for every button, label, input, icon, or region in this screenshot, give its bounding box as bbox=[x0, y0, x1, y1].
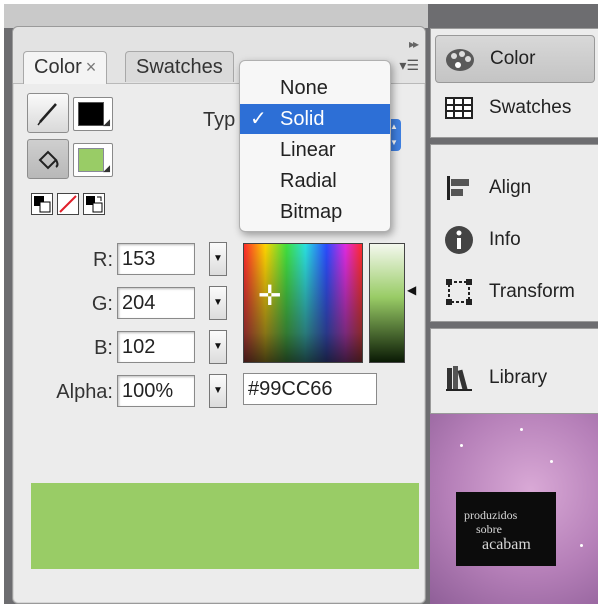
red-input[interactable]: 153 bbox=[117, 243, 195, 275]
swap-colors-icon[interactable] bbox=[83, 193, 105, 215]
palette-icon bbox=[446, 49, 474, 71]
desktop-thumbnail-image[interactable]: produzidos sobre acabam bbox=[456, 492, 556, 566]
brightness-pointer-icon[interactable]: ◀ bbox=[407, 283, 416, 297]
screenshot-frame: Color × Swatches ▸▸ ▾☰ ◢ Typ ▲ ▼ ◢ R: 15… bbox=[4, 4, 598, 604]
color-preview bbox=[31, 483, 419, 569]
color-panel: Color × Swatches ▸▸ ▾☰ ◢ Typ ▲ ▼ ◢ R: 15… bbox=[12, 26, 426, 604]
tab-color-label: Color bbox=[34, 56, 82, 78]
swatches-grid-icon bbox=[445, 97, 473, 119]
alpha-label: Alpha: bbox=[56, 381, 113, 403]
no-color-icon[interactable] bbox=[57, 193, 79, 215]
dock-item-library[interactable]: Library bbox=[435, 355, 593, 401]
dropdown-item-none[interactable]: None bbox=[240, 73, 390, 103]
fill-color-swatch[interactable]: ◢ bbox=[73, 143, 113, 177]
fill-tool-button[interactable] bbox=[27, 139, 69, 179]
type-label: Typ bbox=[203, 109, 236, 131]
library-icon bbox=[446, 366, 472, 391]
dropdown-item-bitmap[interactable]: Bitmap bbox=[240, 197, 390, 227]
brightness-slider[interactable] bbox=[369, 243, 405, 363]
dock-item-transform[interactable]: Transform bbox=[435, 269, 593, 315]
checkmark-icon: ✓ bbox=[250, 108, 267, 130]
color-spectrum[interactable]: ✛ bbox=[243, 243, 363, 363]
tab-swatches[interactable]: Swatches bbox=[125, 51, 234, 82]
background-ruler bbox=[4, 4, 428, 28]
fill-color-fill bbox=[78, 148, 104, 172]
dock-group-3: Library bbox=[430, 328, 598, 414]
alpha-slider-arrow-icon[interactable]: ▼ bbox=[209, 374, 227, 408]
crosshair-icon: ✛ bbox=[258, 280, 282, 311]
blue-input[interactable]: 102 bbox=[117, 331, 195, 363]
stroke-tool-button[interactable] bbox=[27, 93, 69, 133]
green-slider-arrow-icon[interactable]: ▼ bbox=[209, 286, 227, 320]
dock-group-1: Color Swatches bbox=[430, 28, 598, 138]
blue-label: B: bbox=[94, 337, 113, 359]
red-label: R: bbox=[93, 249, 113, 271]
blue-slider-arrow-icon[interactable]: ▼ bbox=[209, 330, 227, 364]
stroke-color-fill bbox=[78, 102, 104, 126]
green-label: G: bbox=[91, 293, 113, 315]
chevron-down-icon: ◢ bbox=[103, 163, 110, 173]
pencil-icon bbox=[37, 103, 57, 126]
dock-item-color[interactable]: Color bbox=[435, 35, 595, 83]
dock-item-swatches[interactable]: Swatches bbox=[435, 85, 593, 131]
panel-menu-icon[interactable]: ▾☰ bbox=[399, 57, 419, 74]
tab-close-icon[interactable]: × bbox=[86, 57, 97, 77]
dock-group-2: Align Info Transform bbox=[430, 144, 598, 322]
green-input[interactable]: 204 bbox=[117, 287, 195, 319]
dropdown-item-radial[interactable]: Radial bbox=[240, 166, 390, 196]
hex-input[interactable]: #99CC66 bbox=[243, 373, 377, 405]
stroke-color-swatch[interactable]: ◢ bbox=[73, 97, 113, 131]
black-white-icon[interactable] bbox=[31, 193, 53, 215]
dock-item-align[interactable]: Align bbox=[435, 165, 593, 211]
fill-type-dropdown[interactable]: None ✓ Solid Linear Radial Bitmap bbox=[239, 60, 391, 232]
info-icon bbox=[445, 226, 473, 254]
tab-color[interactable]: Color × bbox=[23, 51, 108, 84]
collapse-panel-icon[interactable]: ▸▸ bbox=[409, 37, 419, 51]
chevron-down-icon: ◢ bbox=[103, 117, 110, 127]
transform-icon bbox=[446, 279, 472, 305]
red-slider-arrow-icon[interactable]: ▼ bbox=[209, 242, 227, 276]
tab-swatches-label: Swatches bbox=[136, 56, 223, 78]
align-icon bbox=[447, 176, 469, 200]
dock-item-info[interactable]: Info bbox=[435, 217, 593, 263]
dropdown-item-linear[interactable]: Linear bbox=[240, 135, 390, 165]
dropdown-item-solid[interactable]: ✓ Solid bbox=[240, 104, 390, 134]
alpha-input[interactable]: 100% bbox=[117, 375, 195, 407]
paint-bucket-icon bbox=[38, 150, 59, 170]
